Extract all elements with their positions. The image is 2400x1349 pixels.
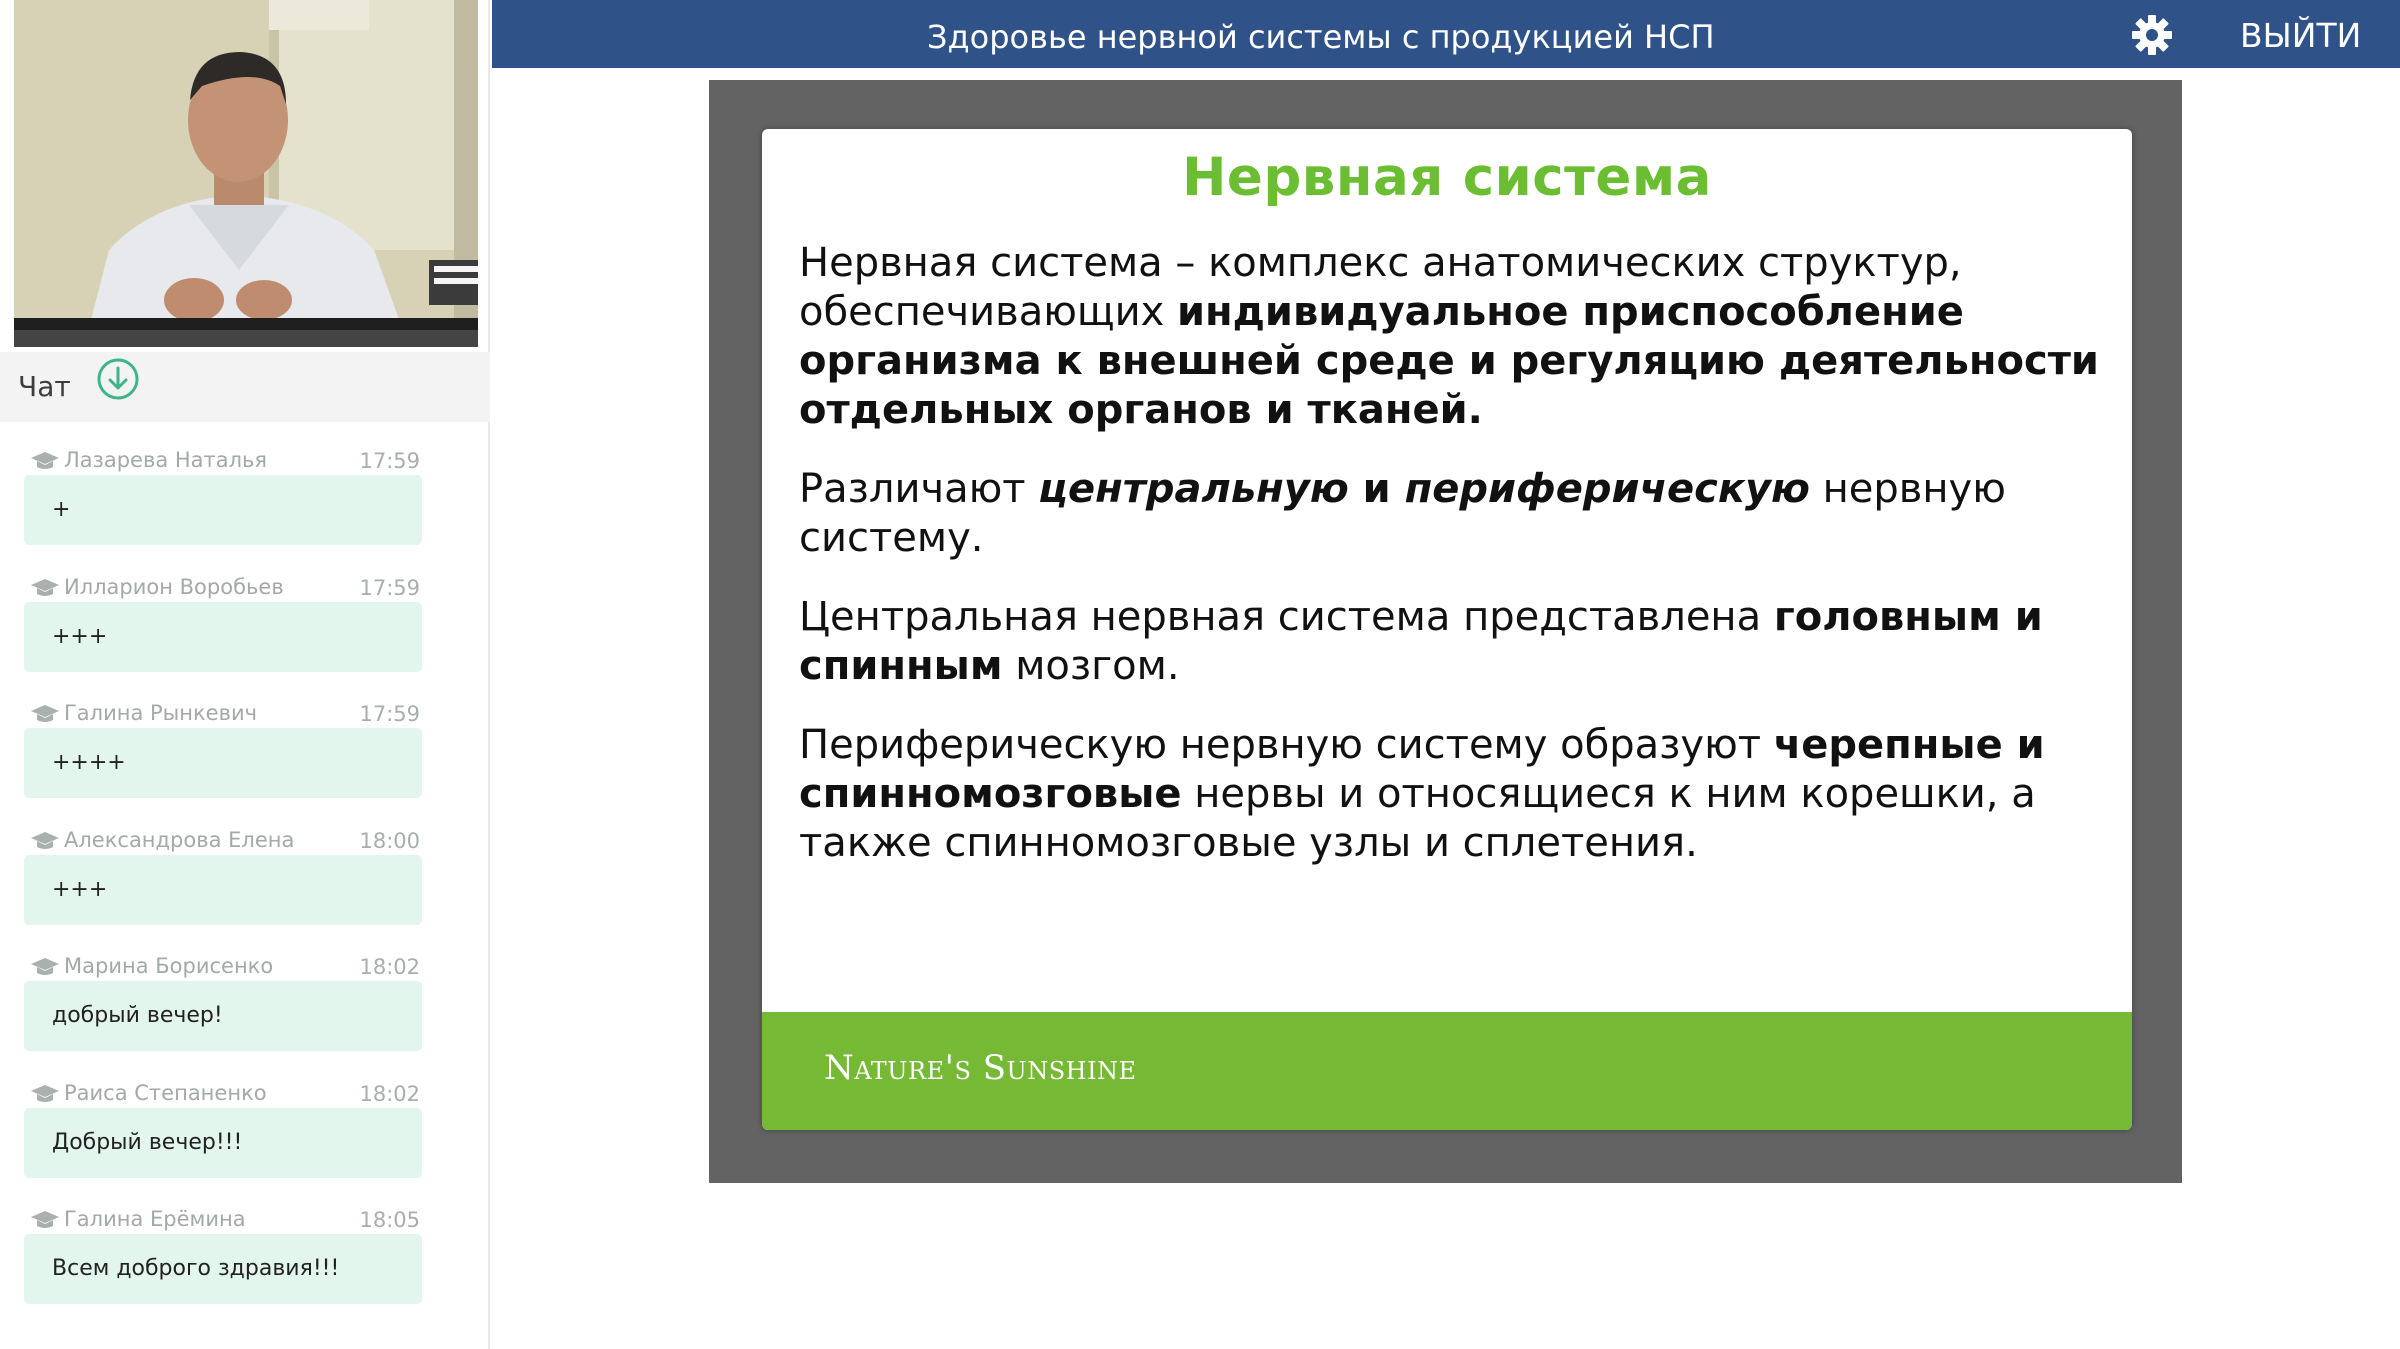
chat-message: Марина Борисенко 18:02 добрый вечер! (0, 953, 490, 1071)
chat-message-time: 17:59 (359, 449, 420, 473)
chat-message-time: 18:02 (359, 955, 420, 979)
chat-message-author: Александрова Елена (64, 828, 295, 852)
chat-message-header: Лазарева Наталья 17:59 (30, 447, 430, 477)
slide-text-bold-italic: центральную (1038, 466, 1349, 512)
chat-message-author: Марина Борисенко (64, 954, 274, 978)
chat-message-text: +++ (52, 624, 108, 649)
graduation-cap-icon (31, 832, 59, 849)
chat-message: Илларион Воробьев 17:59 +++ (0, 574, 490, 692)
slide-text-bold-italic: периферическую (1404, 466, 1810, 512)
chat-title: Чат (18, 370, 71, 403)
slide-paragraph: Периферическую нервную систему образуют … (799, 721, 2099, 868)
chat-message-time: 17:59 (359, 702, 420, 726)
chat-message-author: Раиса Степаненко (64, 1081, 267, 1105)
chat-message-header: Илларион Воробьев 17:59 (30, 574, 430, 604)
chat-message-text: добрый вечер! (52, 1003, 223, 1028)
chat-message-author: Галина Ерёмина (64, 1207, 246, 1231)
chat-message: Александрова Елена 18:00 +++ (0, 827, 490, 945)
chat-message-time: 17:59 (359, 576, 420, 600)
chat-message-time: 18:02 (359, 1082, 420, 1106)
presentation-viewer: Нервная система Нервная система – компле… (709, 80, 2182, 1183)
graduation-cap-icon (31, 1211, 59, 1228)
natures-sunshine-logo: Nature's Sunshine (824, 1048, 1137, 1088)
chat-message-header: Марина Борисенко 18:02 (30, 953, 430, 983)
sidebar: Чат Лазарева Наталья 17:59 + Илларион Во… (0, 0, 490, 1349)
chat-message-author: Лазарева Наталья (64, 448, 268, 472)
slide-text: Различают (799, 466, 1039, 512)
presenter-video-frame (14, 0, 478, 347)
scroll-down-icon[interactable] (96, 357, 140, 401)
chat-message-header: Александрова Елена 18:00 (30, 827, 430, 857)
slide-text-bold: и (1348, 466, 1405, 512)
slide-body: Нервная система – комплекс анатомических… (799, 239, 2099, 898)
slide: Нервная система Нервная система – компле… (762, 129, 2132, 1130)
slide-paragraph: Центральная нервная система представлена… (799, 593, 2099, 691)
chat-message-time: 18:00 (359, 829, 420, 853)
chat-message-bubble: Всем доброго здравия!!! (24, 1234, 422, 1304)
slide-paragraph: Нервная система – комплекс анатомических… (799, 239, 2099, 435)
chat-message: Галина Рынкевич 17:59 ++++ (0, 700, 490, 818)
chat-message-bubble: Добрый вечер!!! (24, 1108, 422, 1178)
chat-message-text: +++ (52, 877, 108, 902)
webinar-title: Здоровье нервной системы с продукцией НС… (927, 18, 1715, 56)
webcam-video[interactable] (14, 0, 478, 347)
slide-text: Периферическую нервную систему образуют (799, 722, 1774, 768)
graduation-cap-icon (31, 579, 59, 596)
slide-title: Нервная система (1182, 147, 1712, 208)
chat-message-author: Галина Рынкевич (64, 701, 258, 725)
chat-message-bubble: + (24, 475, 422, 545)
chat-message-bubble: добрый вечер! (24, 981, 422, 1051)
chat-message-bubble: +++ (24, 602, 422, 672)
graduation-cap-icon (31, 958, 59, 975)
chat-message-header: Галина Рынкевич 17:59 (30, 700, 430, 730)
graduation-cap-icon (31, 452, 59, 469)
slide-text: мозгом. (1002, 643, 1180, 689)
chat-message: Лазарева Наталья 17:59 + (0, 447, 490, 565)
chat-message-time: 18:05 (359, 1208, 420, 1232)
logout-button[interactable]: ВЫЙТИ (2240, 0, 2361, 68)
chat-message-text: Добрый вечер!!! (52, 1130, 243, 1155)
chat-message-text: + (52, 497, 71, 522)
chat-message-text: Всем доброго здравия!!! (52, 1256, 340, 1281)
chat-message-header: Галина Ерёмина 18:05 (30, 1206, 430, 1236)
chat-message-text: ++++ (52, 750, 126, 775)
gear-icon[interactable] (2131, 14, 2173, 56)
top-bar: Здоровье нервной системы с продукцией НС… (492, 0, 2400, 68)
slide-text: Центральная нервная система представлена (799, 594, 1774, 640)
graduation-cap-icon (31, 1085, 59, 1102)
graduation-cap-icon (31, 705, 59, 722)
chat-message-author: Илларион Воробьев (64, 575, 284, 599)
chat-message: Раиса Степаненко 18:02 Добрый вечер!!! (0, 1080, 490, 1198)
slide-paragraph: Различают центральную и периферическую н… (799, 465, 2099, 563)
chat-message-bubble: ++++ (24, 728, 422, 798)
slide-footer: Nature's Sunshine (762, 1012, 2132, 1130)
chat-header: Чат (0, 352, 490, 422)
chat-message-bubble: +++ (24, 855, 422, 925)
chat-message-header: Раиса Степаненко 18:02 (30, 1080, 430, 1110)
chat-message: Галина Ерёмина 18:05 Всем доброго здрави… (0, 1206, 490, 1324)
